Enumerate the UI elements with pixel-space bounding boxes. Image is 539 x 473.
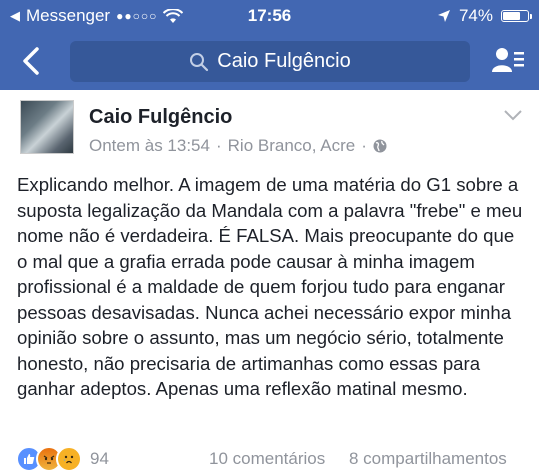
search-text: Caio Fulgêncio bbox=[217, 50, 351, 72]
meta-separator-2: · bbox=[361, 136, 367, 155]
avatar[interactable] bbox=[20, 100, 74, 154]
reaction-count: 94 bbox=[90, 449, 109, 468]
back-chevron-icon[interactable] bbox=[18, 46, 46, 76]
nav-bar: Caio Fulgêncio bbox=[0, 33, 539, 90]
status-bar: ◀ Messenger ●●○○○ 17:56 74% bbox=[0, 0, 539, 33]
shares-count[interactable]: 8 compartilhamentos bbox=[349, 449, 507, 469]
comments-count[interactable]: 10 comentários bbox=[209, 449, 325, 469]
status-right: 74% bbox=[437, 6, 532, 26]
post-meta: Ontem às 13:54 · Rio Branco, Acre · bbox=[89, 136, 387, 156]
post-body: Explicando melhor. A imagem de uma matér… bbox=[17, 174, 523, 399]
search-icon bbox=[190, 52, 209, 71]
post-header: Caio Fulgêncio Ontem às 13:54 · Rio Bran… bbox=[0, 90, 539, 166]
battery-percent: 74% bbox=[458, 6, 493, 25]
post-footer: 94 10 comentários 8 compartilhamentos bbox=[0, 442, 539, 473]
reactions-summary[interactable]: 94 bbox=[16, 446, 109, 472]
post-location[interactable]: Rio Branco, Acre bbox=[228, 136, 356, 156]
meta-separator: · bbox=[215, 136, 222, 155]
post-timestamp[interactable]: Ontem às 13:54 bbox=[89, 136, 210, 156]
chevron-down-icon[interactable] bbox=[503, 108, 523, 122]
sad-reaction-icon bbox=[56, 446, 82, 472]
author-name[interactable]: Caio Fulgêncio bbox=[89, 106, 232, 129]
location-arrow-icon bbox=[437, 10, 450, 22]
battery-fill bbox=[503, 12, 521, 20]
globe-icon bbox=[373, 139, 387, 153]
friends-list-icon[interactable] bbox=[491, 45, 525, 77]
search-field[interactable]: Caio Fulgêncio bbox=[70, 41, 470, 82]
battery-icon bbox=[501, 10, 532, 22]
